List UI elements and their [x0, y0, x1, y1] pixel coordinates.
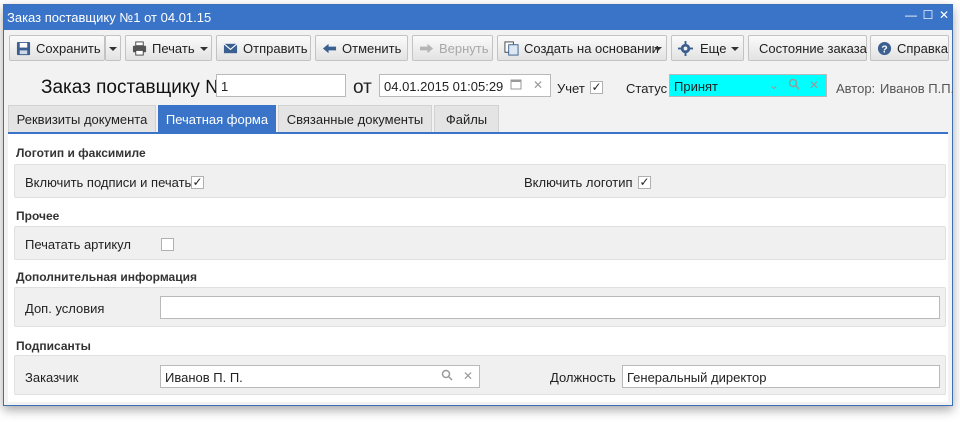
- print-button[interactable]: Печать: [125, 35, 212, 61]
- conditions-input[interactable]: [160, 296, 940, 319]
- chevron-down-icon: [109, 47, 117, 51]
- cancel-label: Отменить: [342, 41, 402, 56]
- chevron-down-icon: [654, 47, 662, 51]
- more-label: Еще: [700, 41, 727, 56]
- tab-bar: Реквизиты документа Печатная форма Связа…: [4, 105, 952, 132]
- document-header: Заказ поставщику № 1 от 04.01.2015 01:05…: [4, 71, 955, 101]
- additional-group: Доп. условия: [14, 287, 946, 327]
- accounting-checkbox[interactable]: ✓: [590, 81, 603, 94]
- toolbar: Сохранить Печать Отправить Отменить Верн…: [4, 35, 952, 65]
- include-logo-label: Включить логотип: [524, 175, 633, 190]
- clear-customer-icon[interactable]: ✕: [458, 365, 478, 388]
- section-title-signers: Подписанты: [16, 339, 91, 353]
- help-label: Справка: [897, 41, 948, 56]
- clear-status-icon[interactable]: ✕: [804, 74, 824, 97]
- title-bar: Заказ поставщику №1 от 04.01.15 — ☐ ✕: [4, 5, 952, 30]
- envelope-icon: [223, 43, 238, 54]
- document-number-input[interactable]: 1: [216, 74, 346, 97]
- author-value: Иванов П.П.: [880, 81, 955, 96]
- chevron-down-icon: [200, 47, 208, 51]
- conditions-label: Доп. условия: [25, 301, 105, 316]
- search-icon[interactable]: [437, 365, 457, 388]
- minimize-icon[interactable]: —: [904, 8, 918, 24]
- position-input[interactable]: Генеральный директор: [622, 365, 940, 388]
- include-signatures-checkbox[interactable]: ✓: [191, 176, 204, 189]
- create-based-on-button[interactable]: Создать на основании: [497, 35, 667, 61]
- undo-arrow-icon: [322, 43, 337, 54]
- printer-icon: [132, 41, 147, 56]
- from-label: от: [353, 77, 372, 98]
- save-icon: [16, 41, 31, 56]
- print-article-label: Печатать артикул: [25, 237, 131, 252]
- save-button[interactable]: Сохранить: [9, 35, 105, 61]
- svg-text:?: ?: [881, 44, 887, 55]
- section-title-logo: Логотип и факсимиле: [16, 146, 146, 160]
- help-button[interactable]: ? Справка: [870, 35, 949, 61]
- redo-arrow-icon: [419, 43, 434, 54]
- tab-related-documents[interactable]: Связанные документы: [278, 105, 432, 132]
- position-label: Должность: [550, 370, 616, 385]
- print-label: Печать: [152, 41, 195, 56]
- accounting-label: Учет: [557, 81, 585, 96]
- send-button[interactable]: Отправить: [216, 35, 311, 61]
- maximize-icon[interactable]: ☐: [921, 8, 935, 24]
- more-button[interactable]: Еще: [671, 35, 744, 61]
- date-value: 04.01.2015 01:05:29: [384, 79, 504, 94]
- help-icon: ?: [877, 41, 892, 55]
- other-group: Печатать артикул: [14, 226, 946, 260]
- status-value: Принят: [674, 79, 719, 94]
- return-label: Вернуть: [439, 41, 489, 56]
- include-logo-checkbox[interactable]: ✓: [638, 176, 651, 189]
- author-label: Автор:: [836, 81, 876, 96]
- window-title: Заказ поставщику №1 от 04.01.15: [7, 10, 212, 25]
- calendar-icon[interactable]: [506, 74, 526, 97]
- signers-group: Заказчик Иванов П. П. ✕ Должность Генера…: [14, 355, 946, 395]
- chevron-down-icon[interactable]: ⌄: [764, 74, 784, 97]
- search-icon[interactable]: [784, 74, 804, 97]
- customer-value: Иванов П. П.: [165, 370, 243, 385]
- send-label: Отправить: [243, 41, 308, 56]
- section-title-additional: Дополнительная информация: [16, 270, 197, 284]
- order-status-button[interactable]: Состояние заказа: [748, 35, 867, 61]
- tab-files[interactable]: Файлы: [434, 105, 499, 132]
- section-title-other: Прочее: [16, 209, 60, 223]
- close-icon[interactable]: ✕: [937, 8, 951, 24]
- customer-input[interactable]: Иванов П. П.: [160, 365, 480, 388]
- customer-label: Заказчик: [25, 370, 79, 385]
- save-dropdown-button[interactable]: [105, 35, 121, 61]
- status-label: Статус: [626, 81, 668, 96]
- return-button[interactable]: Вернуть: [412, 35, 493, 61]
- gear-icon: [678, 41, 693, 56]
- document-window: Заказ поставщику №1 от 04.01.15 — ☐ ✕ Со…: [3, 4, 955, 406]
- cancel-button[interactable]: Отменить: [315, 35, 408, 61]
- chevron-down-icon: [731, 47, 739, 51]
- tab-document-details[interactable]: Реквизиты документа: [8, 105, 156, 132]
- clear-date-icon[interactable]: ✕: [528, 74, 548, 97]
- document-copy-icon: [504, 41, 519, 56]
- save-label: Сохранить: [36, 41, 101, 56]
- print-article-checkbox[interactable]: [161, 238, 174, 251]
- include-signatures-label: Включить подписи и печать: [25, 175, 192, 190]
- logo-group: Включить подписи и печать ✓ Включить лог…: [14, 164, 946, 198]
- order-status-label: Состояние заказа: [759, 41, 867, 56]
- document-title: Заказ поставщику №: [41, 77, 226, 98]
- create-based-on-label: Создать на основании: [524, 41, 659, 56]
- print-form-panel: Логотип и факсимиле Включить подписи и п…: [8, 132, 948, 402]
- tab-print-form[interactable]: Печатная форма: [158, 105, 276, 132]
